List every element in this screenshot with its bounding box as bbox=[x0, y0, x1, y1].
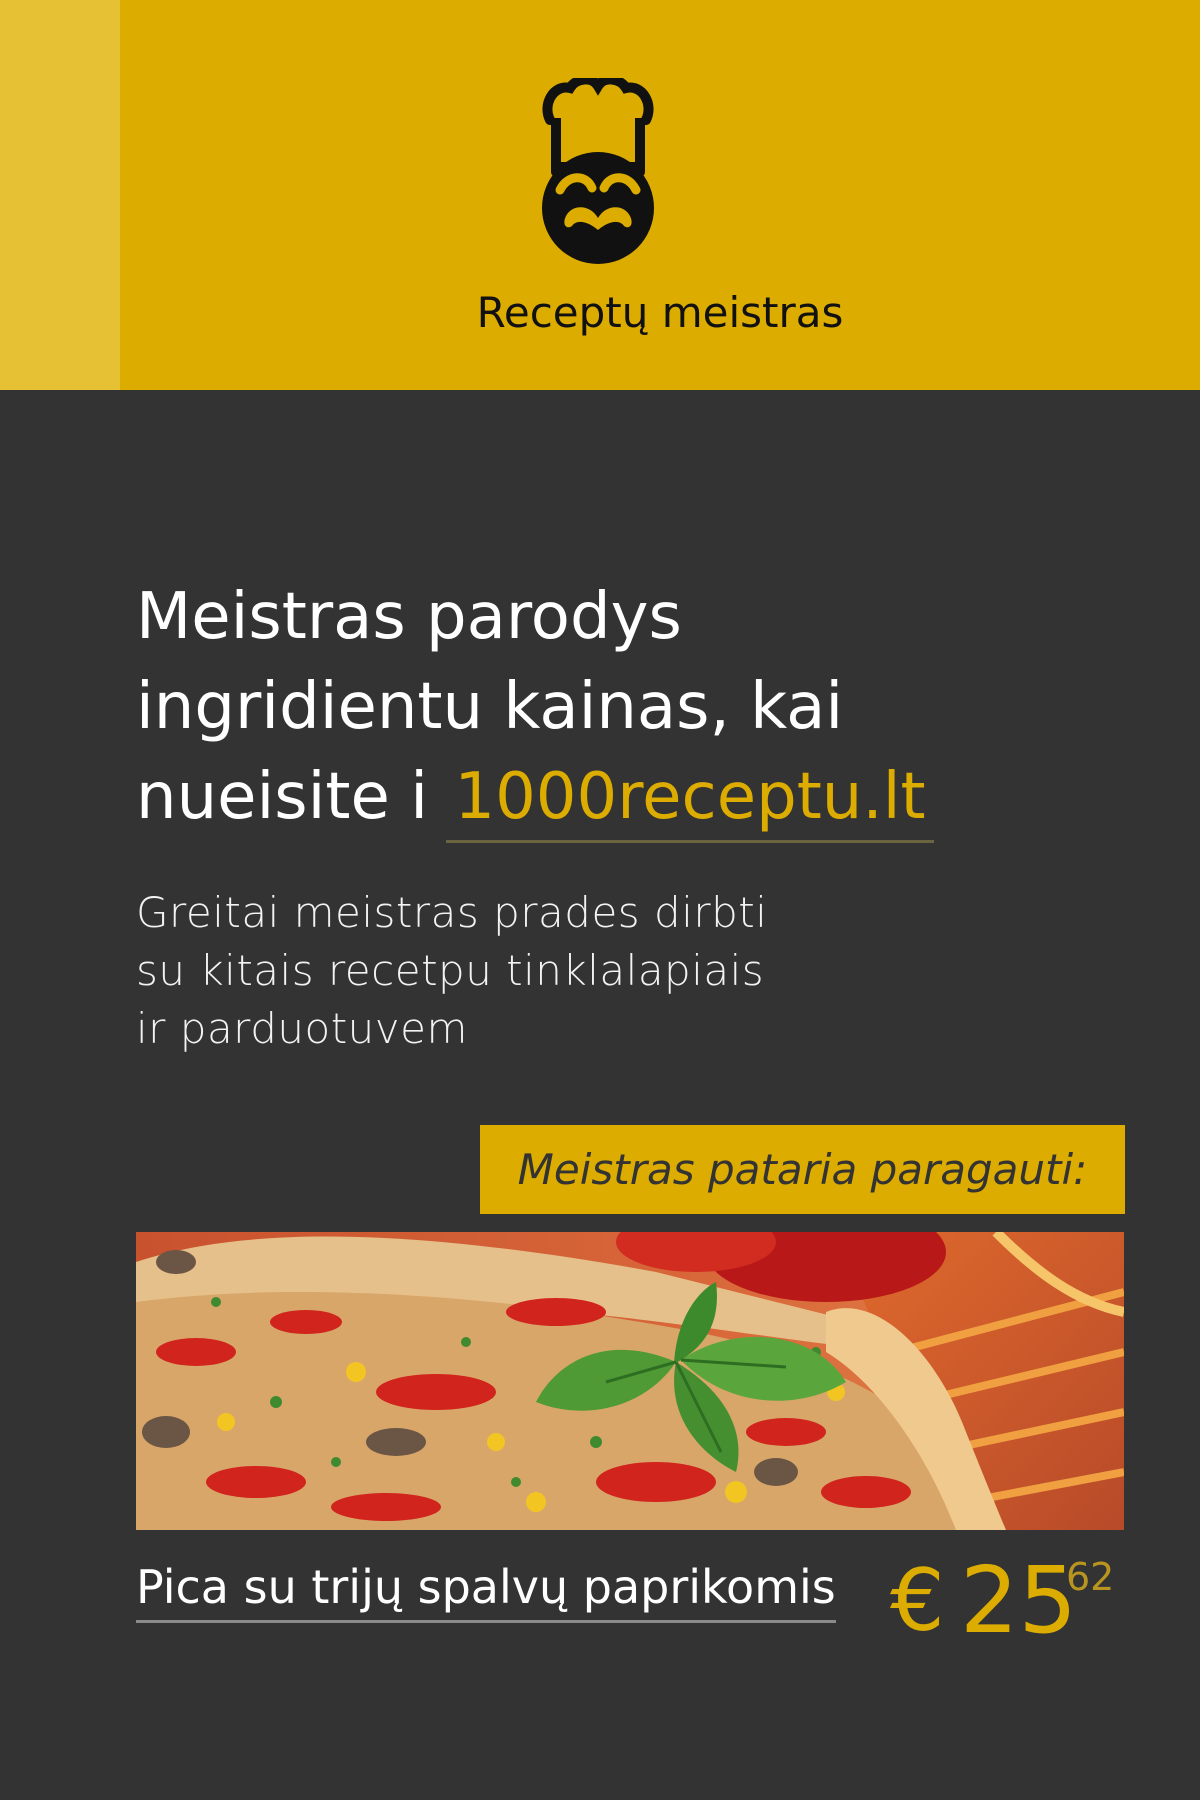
headline-line-2: ingridientu kainas, kai bbox=[136, 670, 844, 744]
recipe-title-link[interactable]: Pica su trijų spalvų paprikomis bbox=[136, 1560, 836, 1623]
subtext-line-1: Greitai meistras prades dirbti bbox=[136, 888, 768, 937]
headline-line-3-text: nueisite i bbox=[136, 760, 428, 834]
headline-line-1: Meistras parodys bbox=[136, 580, 682, 654]
price-main: 25 bbox=[960, 1547, 1078, 1654]
price: € 25 62 bbox=[890, 1545, 1130, 1655]
site-link[interactable]: 1000receptu.lt bbox=[446, 760, 934, 843]
subtext-line-2: su kitais recetpu tinklalapiais bbox=[136, 946, 765, 995]
chef-mustache-icon[interactable] bbox=[536, 74, 660, 264]
brand-name: Receptų meistras bbox=[476, 288, 844, 337]
recommend-label: Meistras pataria paragauti: bbox=[480, 1125, 1125, 1214]
header: Receptų meistras bbox=[0, 0, 1200, 390]
headline: Meistras parodys ingridientu kainas, kai… bbox=[136, 572, 1096, 843]
price-currency: € bbox=[890, 1551, 945, 1651]
headline-line-3: nueisite i 1000receptu.lt bbox=[136, 752, 1096, 843]
pizza-photo[interactable] bbox=[136, 1232, 1124, 1530]
subtext-line-3: ir parduotuvem bbox=[136, 1004, 468, 1053]
subtext: Greitai meistras prades dirbti su kitais… bbox=[136, 884, 1036, 1058]
header-side-strip bbox=[0, 0, 120, 390]
price-cents: 62 bbox=[1066, 1555, 1115, 1599]
